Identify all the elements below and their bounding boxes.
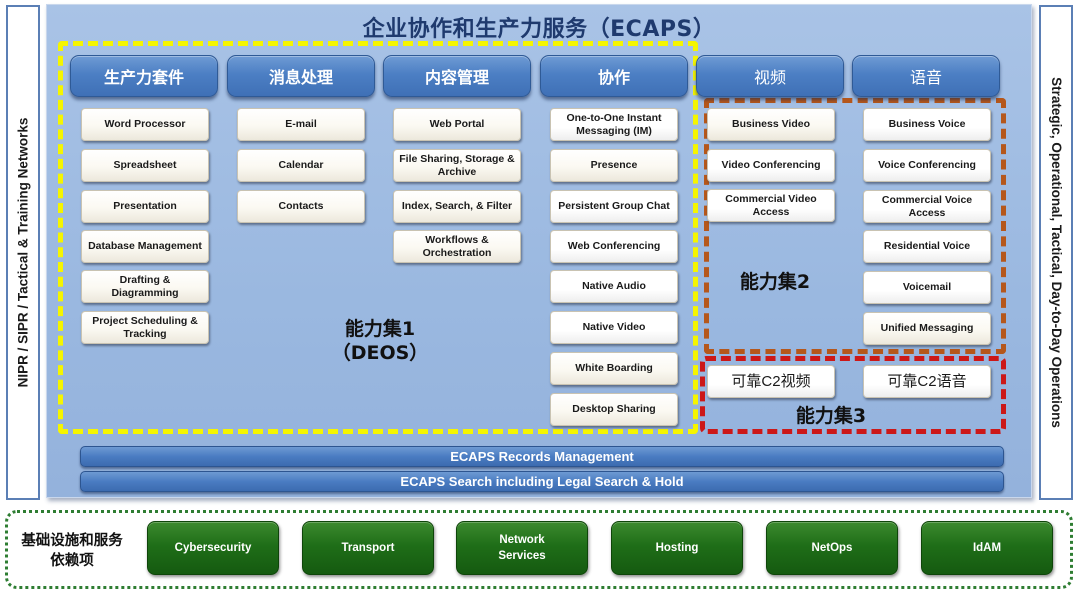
service-word-processor[interactable]: Word Processor bbox=[81, 108, 209, 141]
service-business-voice[interactable]: Business Voice bbox=[863, 108, 991, 141]
capability-set-1-name: 能力集1 bbox=[344, 318, 416, 340]
service-native-video[interactable]: Native Video bbox=[550, 311, 678, 344]
service-native-audio[interactable]: Native Audio bbox=[550, 270, 678, 303]
service-contacts[interactable]: Contacts bbox=[237, 190, 365, 223]
infra-cybersecurity[interactable]: Cybersecurity bbox=[147, 521, 279, 575]
category-productivity-suite[interactable]: 生产力套件 bbox=[70, 55, 218, 97]
category-video[interactable]: 视频 bbox=[696, 55, 844, 97]
infrastructure-label: 基础设施和服务 依赖项 bbox=[10, 531, 134, 571]
category-content-management[interactable]: 内容管理 bbox=[383, 55, 531, 97]
capability-set-1-subtitle: （DEOS） bbox=[331, 342, 429, 364]
infra-transport[interactable]: Transport bbox=[302, 521, 434, 575]
capability-set-3-label: 能力集3 bbox=[795, 405, 867, 427]
service-business-video[interactable]: Business Video bbox=[707, 108, 835, 141]
infra-network-services[interactable]: Network Services bbox=[456, 521, 588, 575]
infra-netops[interactable]: NetOps bbox=[766, 521, 898, 575]
service-persistent-group-chat[interactable]: Persistent Group Chat bbox=[550, 190, 678, 223]
service-presentation[interactable]: Presentation bbox=[81, 190, 209, 223]
infrastructure-label-line1: 基础设施和服务 bbox=[21, 533, 123, 549]
service-voice-conferencing[interactable]: Voice Conferencing bbox=[863, 149, 991, 182]
infrastructure-label-line2: 依赖项 bbox=[50, 553, 94, 569]
service-desktop-sharing[interactable]: Desktop Sharing bbox=[550, 393, 678, 426]
operations-label: Strategic, Operational, Tactical, Day-to… bbox=[1048, 77, 1064, 428]
service-email[interactable]: E-mail bbox=[237, 108, 365, 141]
service-unified-messaging[interactable]: Unified Messaging bbox=[863, 312, 991, 345]
capability-set-2-label: 能力集2 bbox=[739, 271, 811, 293]
category-messaging[interactable]: 消息处理 bbox=[227, 55, 375, 97]
service-calendar[interactable]: Calendar bbox=[237, 149, 365, 182]
category-collaboration[interactable]: 协作 bbox=[540, 55, 688, 97]
networks-side-panel: NIPR / SIPR / Tactical & Training Networ… bbox=[6, 5, 40, 500]
capability-set-1-label: 能力集1 （DEOS） bbox=[320, 317, 440, 365]
service-reliable-c2-voice[interactable]: 可靠C2语音 bbox=[863, 365, 991, 398]
service-index-search-filter[interactable]: Index, Search, & Filter bbox=[393, 190, 521, 223]
service-commercial-voice-access[interactable]: Commercial Voice Access bbox=[863, 190, 991, 223]
service-reliable-c2-video[interactable]: 可靠C2视频 bbox=[707, 365, 835, 398]
records-management-bar[interactable]: ECAPS Records Management bbox=[80, 446, 1004, 467]
service-project-scheduling[interactable]: Project Scheduling & Tracking bbox=[81, 311, 209, 344]
legal-search-bar[interactable]: ECAPS Search including Legal Search & Ho… bbox=[80, 471, 1004, 492]
service-workflows-orchestration[interactable]: Workflows & Orchestration bbox=[393, 230, 521, 263]
diagram-title: 企业协作和生产力服务（ECAPS） bbox=[362, 17, 716, 42]
service-drafting-diagramming[interactable]: Drafting & Diagramming bbox=[81, 270, 209, 303]
infra-idam[interactable]: IdAM bbox=[921, 521, 1053, 575]
operations-side-panel: Strategic, Operational, Tactical, Day-to… bbox=[1039, 5, 1073, 500]
service-commercial-video-access[interactable]: Commercial Video Access bbox=[707, 189, 835, 222]
service-web-portal[interactable]: Web Portal bbox=[393, 108, 521, 141]
service-video-conferencing[interactable]: Video Conferencing bbox=[707, 149, 835, 182]
service-residential-voice[interactable]: Residential Voice bbox=[863, 230, 991, 263]
category-voice[interactable]: 语音 bbox=[852, 55, 1000, 97]
networks-label: NIPR / SIPR / Tactical & Training Networ… bbox=[15, 117, 31, 388]
service-voicemail[interactable]: Voicemail bbox=[863, 271, 991, 304]
service-white-boarding[interactable]: White Boarding bbox=[550, 352, 678, 385]
service-spreadsheet[interactable]: Spreadsheet bbox=[81, 149, 209, 182]
infra-hosting[interactable]: Hosting bbox=[611, 521, 743, 575]
service-instant-messaging[interactable]: One-to-One Instant Messaging (IM) bbox=[550, 108, 678, 141]
service-database-management[interactable]: Database Management bbox=[81, 230, 209, 263]
service-presence[interactable]: Presence bbox=[550, 149, 678, 182]
service-file-sharing[interactable]: File Sharing, Storage & Archive bbox=[393, 149, 521, 182]
service-web-conferencing[interactable]: Web Conferencing bbox=[550, 230, 678, 263]
